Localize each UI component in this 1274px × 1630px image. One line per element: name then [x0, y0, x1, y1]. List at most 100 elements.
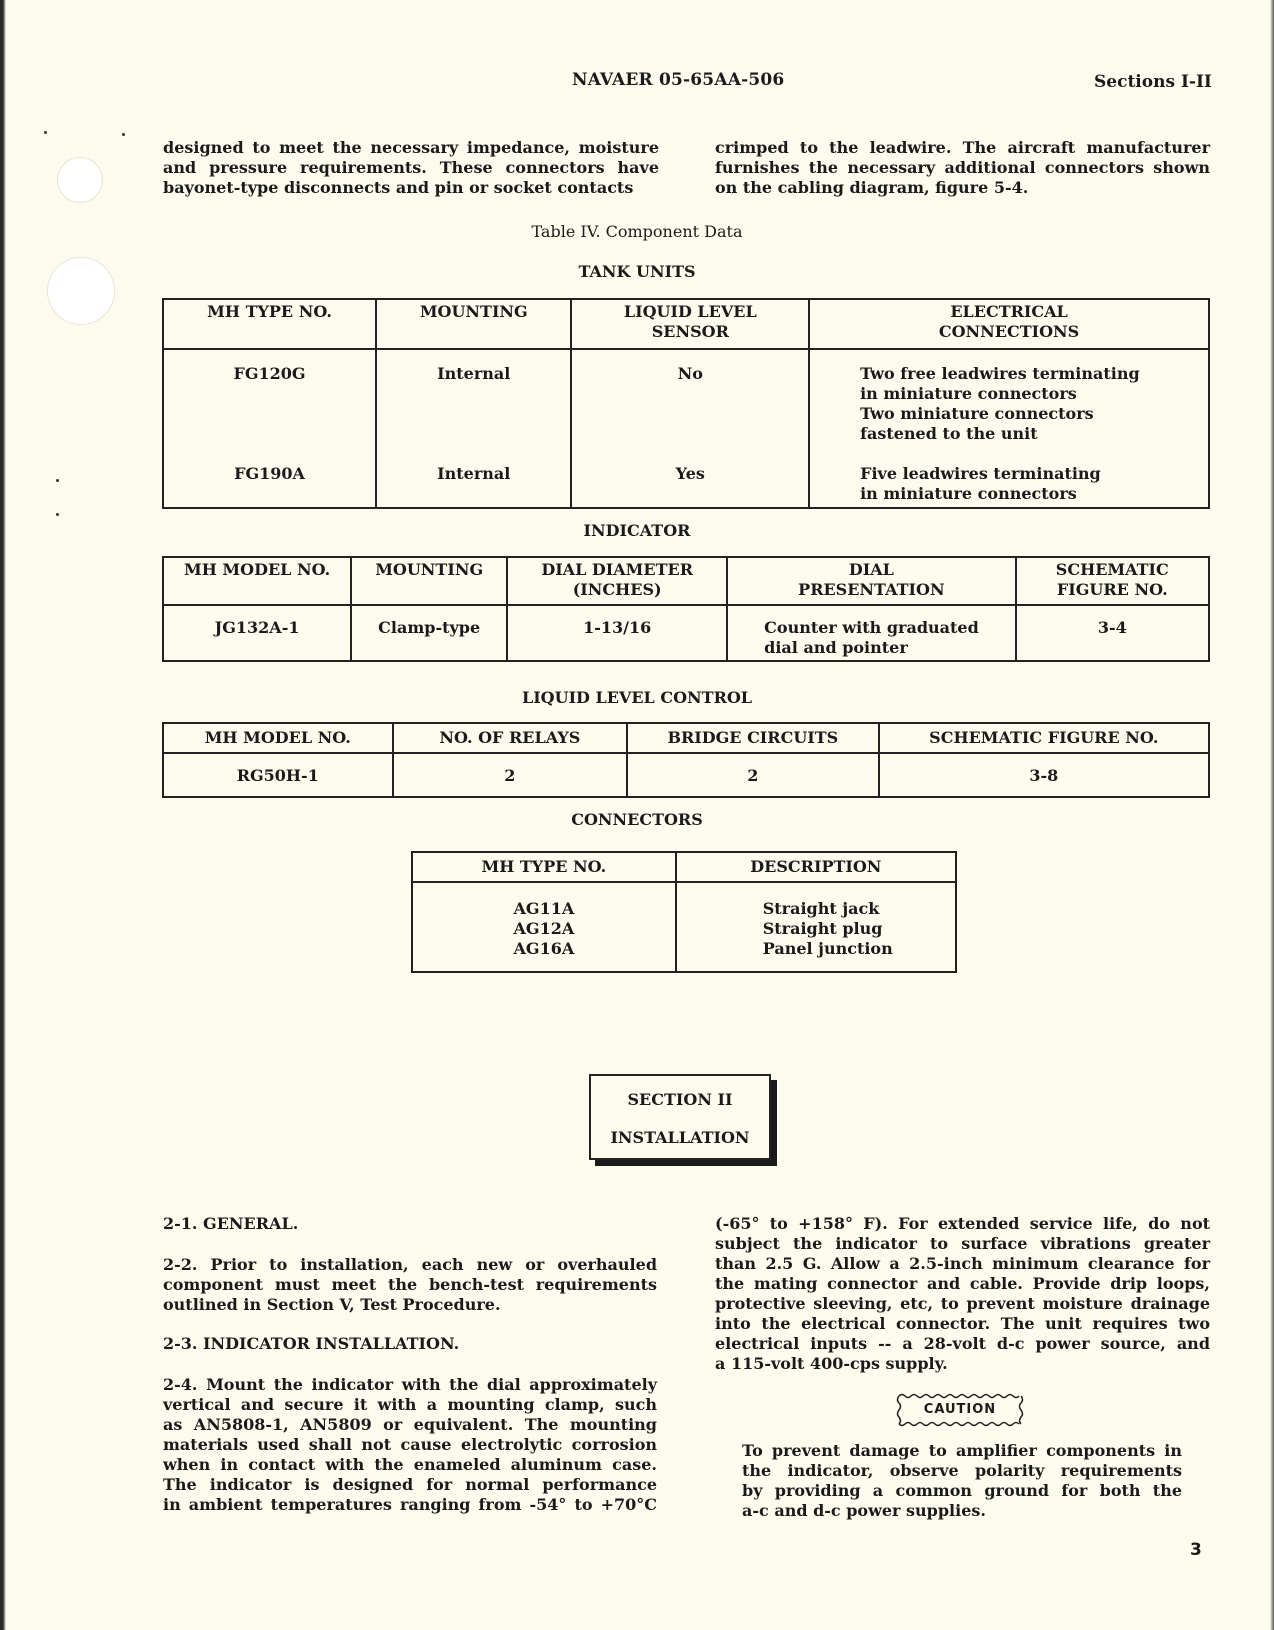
text-line: protective sleeving, etc, to prevent moi…	[715, 1294, 1210, 1313]
text-line: dial and pointer	[764, 638, 908, 657]
schematic-figure: 3-8	[877, 752, 1211, 798]
type-no: AG11A	[513, 899, 575, 918]
paragraph-2-2: 2-2. Prior to installation, each new or …	[163, 1255, 657, 1315]
text-line: bayonet-type disconnects and pin or sock…	[163, 178, 634, 197]
section-title: INSTALLATION	[610, 1128, 750, 1147]
caution-label: CAUTION	[923, 1402, 997, 1417]
tank-units-table: MH TYPE NO. MOUNTING LIQUID LEVEL SENSOR…	[161, 298, 1210, 509]
mounting: Internal	[437, 364, 511, 383]
description: Panel junction	[762, 939, 893, 958]
paragraph-2-4-continued: (-65° to +158° F). For extended service …	[715, 1214, 1210, 1374]
text-line: by providing a common ground for both th…	[742, 1481, 1182, 1500]
column-header: MOUNTING	[375, 298, 573, 350]
table-row: RG50H-1 2 2 3-8	[162, 752, 1211, 798]
text-line: furnishes the necessary additional conne…	[715, 158, 1210, 177]
description-cell: Straight jack Straight plug Panel juncti…	[674, 881, 958, 973]
column-header: MH TYPE NO.	[411, 851, 677, 883]
text-line: Two miniature connectors	[860, 404, 1094, 423]
sensor-cell: No Yes	[570, 348, 811, 509]
model-no: JG132A-1	[161, 604, 353, 662]
text-line: in ambient temperatures ranging from -54…	[163, 1495, 657, 1514]
text-line: component must meet the bench-test requi…	[163, 1275, 657, 1294]
column-header: MOUNTING	[350, 556, 509, 606]
text-line: crimped to the leadwire. The aircraft ma…	[715, 138, 1210, 157]
text-line: (-65° to +158° F). For extended service …	[715, 1214, 1210, 1233]
text-line: as AN5808-1, AN5809 or equivalent. The m…	[163, 1415, 657, 1434]
column-header: SCHEMATIC FIGURE NO.	[1014, 556, 1211, 606]
text-line: and pressure requirements. These connect…	[163, 158, 659, 177]
schematic-figure: 3-4	[1014, 604, 1211, 662]
text-line: vertical and secure it with a mounting c…	[163, 1395, 657, 1414]
type-no: AG16A	[513, 939, 575, 958]
relays: 2	[391, 752, 629, 798]
text-line: outlined in Section V, Test Procedure.	[163, 1295, 501, 1314]
text-line: The indicator is designed for normal per…	[163, 1475, 657, 1494]
table-header-row: MH TYPE NO. MOUNTING LIQUID LEVEL SENSOR…	[161, 298, 1210, 350]
text-line: when in contact with the enameled alumin…	[163, 1455, 657, 1474]
mounting-cell: Internal Internal	[375, 348, 573, 509]
connections-cell: Two free leadwires terminating in miniat…	[808, 348, 1210, 509]
connections-fg120g: Two free leadwires terminating in miniat…	[860, 364, 1208, 464]
caution-text: To prevent damage to amplifier component…	[742, 1441, 1182, 1521]
column-header: ELECTRICAL CONNECTIONS	[808, 298, 1210, 350]
text-line: a 115-volt 400-cps supply.	[715, 1354, 948, 1373]
table-row: AG11A AG12A AG16A Straight jack Straight…	[411, 881, 958, 973]
section-range: Sections I-II	[1094, 72, 1212, 92]
speck	[44, 131, 47, 134]
text-line: on the cabling diagram, figure 5-4.	[715, 178, 1029, 197]
section-heading-box: SECTION II INSTALLATION	[589, 1074, 771, 1160]
type-cell: FG120G FG190A	[161, 348, 378, 509]
table-row: JG132A-1 Clamp-type 1-13/16 Counter with…	[161, 604, 1211, 662]
paragraph-2-4: 2-4. Mount the indicator with the dial a…	[163, 1375, 657, 1515]
dial-presentation: Counter with graduated dial and pointer	[726, 604, 1017, 662]
paragraph-2-3: 2-3. INDICATOR INSTALLATION.	[163, 1334, 460, 1353]
description: Straight jack	[762, 899, 880, 918]
text-line: electrical inputs -- a 28-volt d-c power…	[715, 1334, 1210, 1353]
liquid-level-control-heading: LIQUID LEVEL CONTROL	[521, 688, 753, 707]
text-line: designed to meet the necessary impedance…	[163, 138, 659, 157]
column-header: BRIDGE CIRCUITS	[626, 722, 880, 754]
sensor: No	[677, 364, 703, 383]
type-cell: AG11A AG12A AG16A	[411, 881, 677, 973]
text-line: fastened to the unit	[860, 424, 1038, 443]
table-header-row: MH MODEL NO. NO. OF RELAYS BRIDGE CIRCUI…	[162, 722, 1211, 754]
paragraph-2-1: 2-1. GENERAL.	[163, 1214, 299, 1233]
type-no: FG120G	[233, 364, 306, 383]
mounting: Clamp-type	[350, 604, 509, 662]
binder-hole	[57, 157, 103, 203]
table-header-row: MH MODEL NO. MOUNTING DIAL DIAMETER (INC…	[161, 556, 1211, 606]
page-number: 3	[1190, 1540, 1202, 1560]
column-header: DIAL DIAMETER (INCHES)	[506, 556, 729, 606]
text-line: Counter with graduated	[764, 618, 979, 637]
mounting: Internal	[437, 464, 511, 483]
text-line: in miniature connectors	[860, 384, 1077, 403]
text-line: a-c and d-c power supplies.	[742, 1501, 986, 1520]
indicator-heading: INDICATOR	[583, 521, 691, 540]
text-line: Two free leadwires terminating	[860, 364, 1140, 383]
table-header-row: MH TYPE NO. DESCRIPTION	[411, 851, 958, 883]
section-number: SECTION II	[627, 1090, 733, 1109]
description: Straight plug	[762, 919, 883, 938]
model-no: RG50H-1	[162, 752, 394, 798]
type-no: AG12A	[513, 919, 575, 938]
column-header: LIQUID LEVEL SENSOR	[570, 298, 811, 350]
text-line: subject the indicator to surface vibrati…	[715, 1234, 1210, 1253]
text-line: materials used shall not cause electroly…	[163, 1435, 657, 1454]
text-line: 2-4. Mount the indicator with the dial a…	[163, 1375, 657, 1394]
table-title: Table IV. Component Data	[531, 222, 743, 241]
column-header: DIAL PRESENTATION	[726, 556, 1017, 606]
type-no: FG190A	[234, 464, 305, 483]
column-header: NO. OF RELAYS	[391, 722, 629, 754]
column-header: MH MODEL NO.	[162, 722, 394, 754]
column-header: SCHEMATIC FIGURE NO.	[877, 722, 1211, 754]
indicator-table: MH MODEL NO. MOUNTING DIAL DIAMETER (INC…	[161, 556, 1211, 662]
text-line: Five leadwires terminating	[860, 464, 1101, 483]
table-row: FG120G FG190A Internal Internal No Yes T…	[161, 348, 1210, 509]
dial-diameter: 1-13/16	[506, 604, 729, 662]
connectors-table: MH TYPE NO. DESCRIPTION AG11A AG12A AG16…	[411, 851, 958, 973]
connections-fg190a: Five leadwires terminating in miniature …	[860, 464, 1208, 504]
text-line: the indicator, observe polarity requirem…	[742, 1461, 1182, 1480]
document-number: NAVAER 05-65AA-506	[572, 70, 785, 90]
column-header: DESCRIPTION	[674, 851, 958, 883]
text-line: To prevent damage to amplifier component…	[742, 1441, 1182, 1460]
